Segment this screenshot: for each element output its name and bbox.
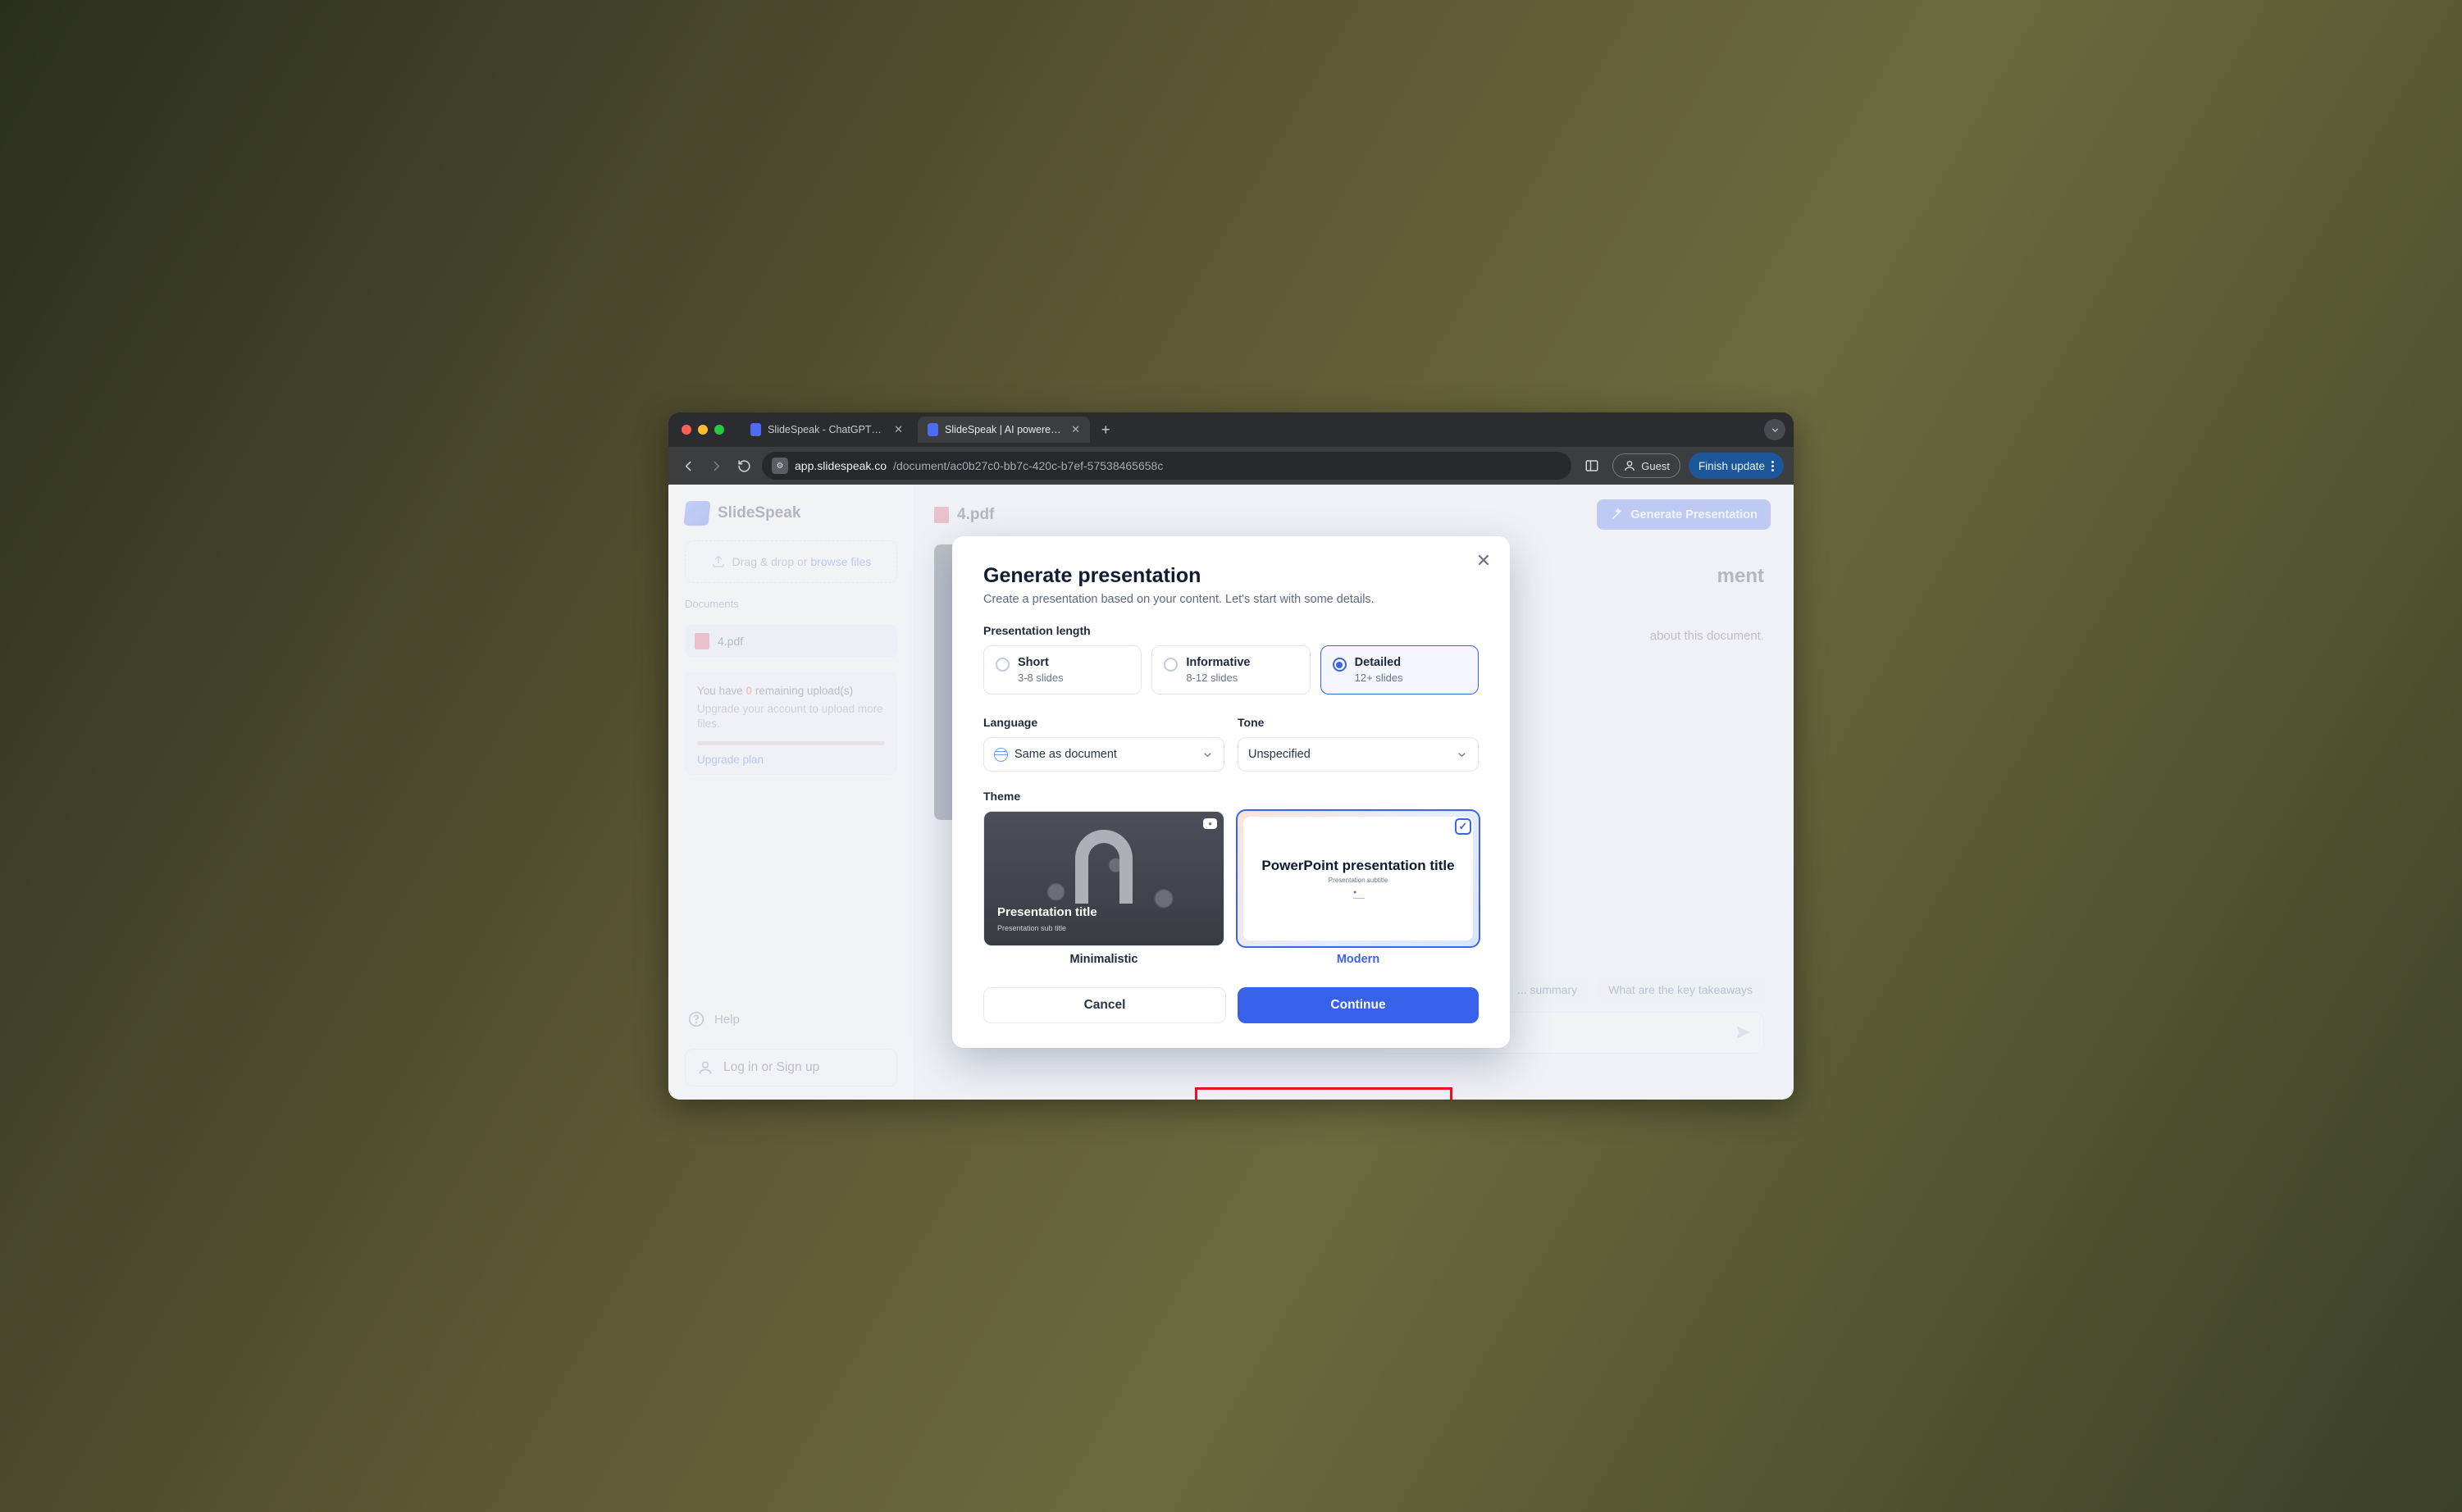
window-controls — [682, 425, 724, 435]
tone-select[interactable]: Unspecified — [1238, 737, 1479, 772]
kebab-icon — [1771, 461, 1774, 471]
modal-subtitle: Create a presentation based on your cont… — [983, 593, 1479, 606]
theme-name: Modern — [1238, 953, 1479, 966]
browser-window: SlideSpeak - ChatGPT power... ✕ SlideSpe… — [668, 412, 1794, 1100]
modal-actions: Cancel Continue — [983, 987, 1479, 1023]
url-path: /document/ac0b27c0-bb7c-420c-b7ef-575384… — [893, 459, 1163, 472]
theme-options: ● Presentation title Presentation sub ti… — [983, 811, 1479, 966]
favicon-icon — [928, 423, 938, 436]
close-tab-icon[interactable]: ✕ — [894, 423, 903, 436]
language-select[interactable]: Same as document — [983, 737, 1224, 772]
arch-icon — [1075, 830, 1133, 904]
new-tab-button[interactable]: + — [1095, 421, 1117, 439]
modal-backdrop: ✕ Generate presentation Create a present… — [668, 485, 1794, 1100]
minimize-window-icon[interactable] — [698, 425, 708, 435]
tab-title: SlideSpeak - ChatGPT power... — [768, 424, 884, 435]
theme-modern[interactable]: ✓ PowerPoint presentation title Presenta… — [1238, 811, 1479, 966]
theme-minimalistic[interactable]: ● Presentation title Presentation sub ti… — [983, 811, 1224, 966]
url-domain: app.slidespeak.co — [795, 459, 887, 472]
chevron-down-icon — [1201, 749, 1214, 761]
check-icon: ✓ — [1455, 818, 1471, 835]
chevron-down-icon — [1456, 749, 1468, 761]
app-viewport: SlideSpeak Drag & drop or browse files D… — [668, 485, 1794, 1100]
browser-toolbar: ⚙ app.slidespeak.co/document/ac0b27c0-bb… — [668, 447, 1794, 485]
generate-presentation-modal: ✕ Generate presentation Create a present… — [952, 536, 1510, 1048]
finish-update-button[interactable]: Finish update — [1689, 453, 1784, 479]
tab-title: SlideSpeak | AI powered pres... — [945, 424, 1061, 435]
tab-slidespeak-ai[interactable]: SlideSpeak | AI powered pres... ✕ — [918, 417, 1090, 443]
radio-icon — [1164, 658, 1178, 672]
continue-button[interactable]: Continue — [1238, 987, 1479, 1023]
close-window-icon[interactable] — [682, 425, 691, 435]
tone-label: Tone — [1238, 716, 1479, 729]
length-label: Presentation length — [983, 624, 1479, 637]
back-button[interactable] — [678, 456, 698, 476]
length-option-short[interactable]: Short3-8 slides — [983, 645, 1142, 695]
radio-icon — [996, 658, 1010, 672]
forward-button[interactable] — [706, 456, 726, 476]
length-option-detailed[interactable]: Detailed12+ slides — [1320, 645, 1479, 695]
close-modal-button[interactable]: ✕ — [1472, 549, 1495, 572]
annotation-highlight — [1195, 1087, 1452, 1100]
thumb-badge: ● — [1203, 818, 1217, 829]
tab-slidespeak-chatgpt[interactable]: SlideSpeak - ChatGPT power... ✕ — [741, 417, 913, 443]
panel-icon[interactable] — [1580, 453, 1604, 478]
length-options: Short3-8 slides Informative8-12 slides D… — [983, 645, 1479, 695]
globe-icon — [994, 748, 1008, 762]
theme-name: Minimalistic — [983, 953, 1224, 966]
radio-icon — [1333, 658, 1347, 672]
language-label: Language — [983, 716, 1224, 729]
cancel-button[interactable]: Cancel — [983, 987, 1226, 1023]
profile-guest-button[interactable]: Guest — [1612, 453, 1680, 478]
theme-thumbnail: ✓ PowerPoint presentation title Presenta… — [1238, 811, 1479, 946]
modal-title: Generate presentation — [983, 564, 1479, 588]
favicon-icon — [750, 423, 761, 436]
tab-bar: SlideSpeak - ChatGPT power... ✕ SlideSpe… — [668, 412, 1794, 447]
theme-label: Theme — [983, 790, 1479, 803]
tab-overflow-button[interactable] — [1764, 419, 1785, 440]
maximize-window-icon[interactable] — [714, 425, 724, 435]
finish-update-label: Finish update — [1698, 460, 1765, 472]
address-bar[interactable]: ⚙ app.slidespeak.co/document/ac0b27c0-bb… — [762, 452, 1571, 480]
length-option-informative[interactable]: Informative8-12 slides — [1151, 645, 1310, 695]
theme-thumbnail: ● Presentation title Presentation sub ti… — [983, 811, 1224, 946]
reload-button[interactable] — [734, 456, 754, 476]
site-settings-icon[interactable]: ⚙ — [772, 458, 788, 474]
close-tab-icon[interactable]: ✕ — [1071, 423, 1080, 436]
guest-label: Guest — [1641, 460, 1670, 472]
